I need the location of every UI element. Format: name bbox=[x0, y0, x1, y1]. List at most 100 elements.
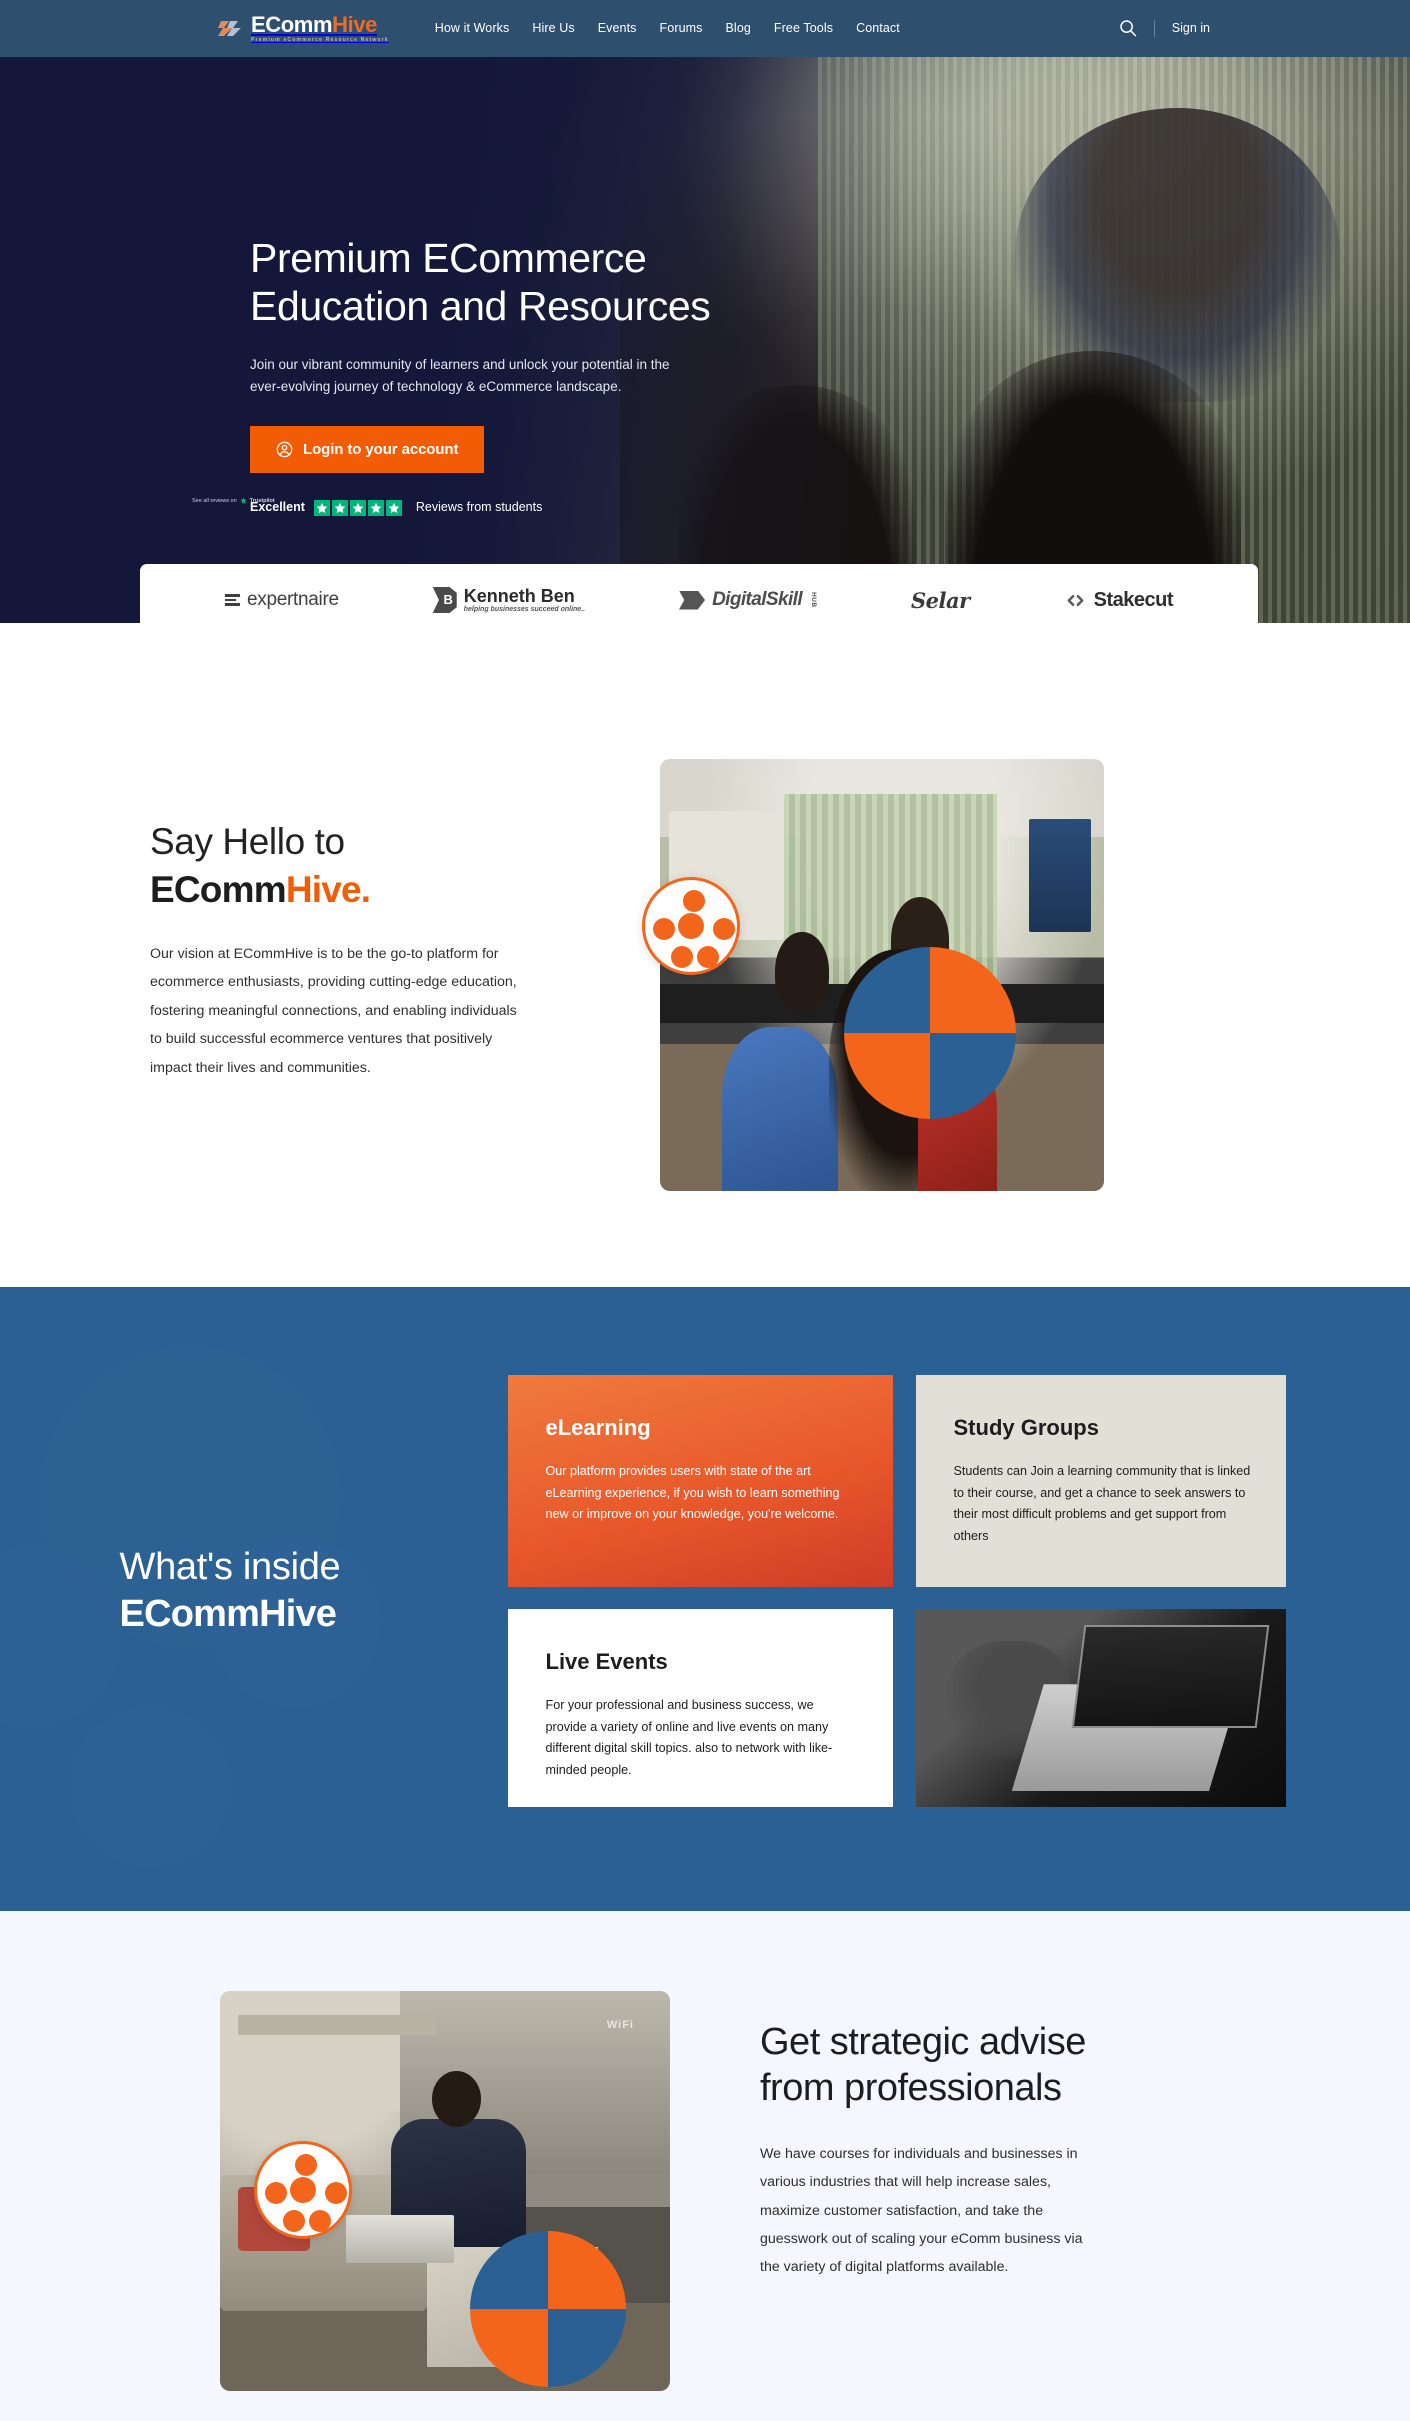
features-card-grid: eLearning Our platform provides users wi… bbox=[507, 1375, 1286, 1807]
partner-name-suffix: HUB bbox=[810, 592, 817, 608]
reel-hole bbox=[713, 918, 735, 940]
partner-name: expertnaire bbox=[246, 589, 339, 610]
partner-name: Selar bbox=[910, 587, 970, 613]
feature-card-title: Live Events bbox=[545, 1649, 668, 1674]
partner-logo-stakecut[interactable]: Stakecut bbox=[1064, 588, 1174, 612]
decor-film-reel-2 bbox=[254, 2141, 352, 2239]
feature-card-title: Study Groups bbox=[953, 1415, 1099, 1440]
about-heading-accent: Hive. bbox=[285, 869, 371, 910]
logo-mark-icon bbox=[218, 17, 244, 39]
star-icon bbox=[313, 499, 330, 516]
header-inner: ECommHive Premium eCommerce Resource Net… bbox=[0, 11, 1410, 43]
expertnaire-bars-icon bbox=[224, 594, 240, 606]
features-section: What's inside ECommHive eLearning Our pl… bbox=[0, 1287, 1410, 1911]
hero-heading: Premium ECommerce Education and Resource… bbox=[250, 235, 810, 331]
logo[interactable]: ECommHive Premium eCommerce Resource Net… bbox=[218, 11, 389, 43]
about-paragraph: Our vision at ECommHive is to be the go-… bbox=[150, 946, 517, 1076]
trustpilot-fineprint-text: See all reviews on bbox=[192, 497, 237, 504]
nav-item-how-it-works[interactable]: How it Works bbox=[435, 21, 510, 35]
nav-item-events[interactable]: Events bbox=[598, 21, 637, 35]
partner-name: DigitalSkill bbox=[712, 589, 803, 610]
reel-hole bbox=[671, 946, 693, 968]
hero-heading-line-2: Education and Resources bbox=[250, 282, 711, 329]
partner-name: Stakecut bbox=[1093, 588, 1174, 611]
feature-card-photo bbox=[915, 1609, 1286, 1807]
partner-logo-kenneth-ben[interactable]: B Kenneth Ben helping businesses succeed… bbox=[432, 585, 586, 613]
about-heading-main: EComm bbox=[150, 869, 287, 910]
trustpilot-stars bbox=[313, 499, 402, 516]
reel-hole bbox=[653, 918, 675, 940]
header-divider bbox=[1153, 19, 1155, 37]
feature-card-live-events[interactable]: Live Events For your professional and bu… bbox=[507, 1609, 893, 1807]
strategic-section: WiFi Get strategic advise from professio… bbox=[0, 1911, 1410, 2421]
about-text-column: Say Hello to ECommHive. Our vision at EC… bbox=[146, 759, 566, 1082]
features-heading-line-1: What's inside bbox=[119, 1546, 341, 1588]
trustpilot-star-icon bbox=[240, 497, 247, 504]
nav-item-forums[interactable]: Forums bbox=[660, 21, 703, 35]
nav-item-contact[interactable]: Contact bbox=[856, 21, 900, 35]
partner-tagline: helping businesses succeed online.. bbox=[463, 605, 586, 613]
features-heading-line-2: ECommHive bbox=[119, 1593, 337, 1635]
search-icon[interactable] bbox=[1119, 19, 1137, 37]
strategic-heading: Get strategic advise from professionals bbox=[760, 2021, 1086, 2110]
logo-text: ECommHive bbox=[251, 11, 377, 37]
hero-paragraph: Join our vibrant community of learners a… bbox=[250, 356, 670, 394]
hero-heading-line-1: Premium ECommerce bbox=[250, 235, 647, 281]
decor-film-reel bbox=[642, 877, 740, 975]
features-inner: What's inside ECommHive eLearning Our pl… bbox=[108, 1375, 1303, 1807]
trustpilot-brand: Trustpilot bbox=[249, 497, 275, 504]
partners-section: expertnaire B Kenneth Ben helping busine… bbox=[0, 564, 1410, 695]
reel-hole bbox=[309, 2210, 331, 2232]
partner-logo-selar[interactable]: Selar bbox=[911, 588, 970, 613]
kennethben-mark-icon: B bbox=[432, 586, 457, 613]
hero-section: Premium ECommerce Education and Resource… bbox=[0, 57, 1410, 623]
feature-card-elearning[interactable]: eLearning Our platform provides users wi… bbox=[507, 1375, 893, 1587]
feature-card-study-groups[interactable]: Study Groups Students can Join a learnin… bbox=[915, 1375, 1286, 1587]
partner-logo-expertnaire[interactable]: expertnaire bbox=[224, 589, 339, 611]
reel-hub bbox=[678, 913, 704, 939]
trustpilot-reviews-label: Reviews from students bbox=[415, 499, 543, 514]
photo-person-head bbox=[431, 2071, 481, 2127]
reel-hole bbox=[283, 2210, 305, 2232]
partner-name: Kenneth Ben bbox=[463, 585, 575, 606]
login-button-label: Login to your account bbox=[303, 440, 459, 458]
header-actions: Sign in bbox=[1119, 19, 1210, 37]
feature-card-title: eLearning bbox=[545, 1415, 651, 1440]
about-heading-line-2: ECommHive. bbox=[150, 869, 566, 911]
nav-item-blog[interactable]: Blog bbox=[726, 21, 751, 35]
main-nav: How it Works Hire Us Events Forums Blog … bbox=[435, 21, 900, 35]
star-icon bbox=[385, 499, 402, 516]
strategic-media: WiFi bbox=[220, 1991, 670, 2411]
partners-strip: expertnaire B Kenneth Ben helping busine… bbox=[140, 564, 1258, 636]
reel-hole bbox=[295, 2154, 317, 2176]
about-section: Say Hello to ECommHive. Our vision at EC… bbox=[0, 695, 1410, 1287]
reel-hole bbox=[697, 946, 719, 968]
star-icon bbox=[367, 499, 384, 516]
nav-item-free-tools[interactable]: Free Tools bbox=[774, 21, 833, 35]
photo-laptop-screen bbox=[1071, 1624, 1270, 1728]
reel-hole bbox=[265, 2182, 287, 2204]
photo-laptop bbox=[346, 2215, 454, 2263]
kenneth-ben-text: Kenneth Ben helping businesses succeed o… bbox=[463, 585, 586, 613]
feature-card-body: Our platform provides users with state o… bbox=[545, 1464, 840, 1522]
photo-student-blue bbox=[722, 1026, 838, 1191]
strategic-text-column: Get strategic advise from professionals … bbox=[760, 1991, 1160, 2282]
stakecut-code-icon bbox=[1064, 589, 1087, 612]
trustpilot-fineprint[interactable]: See all reviews on Trustpilot bbox=[192, 497, 275, 504]
feature-card-body: For your professional and business succe… bbox=[545, 1698, 833, 1777]
site-header: ECommHive Premium eCommerce Resource Net… bbox=[0, 0, 1410, 57]
hero-content: Premium ECommerce Education and Resource… bbox=[250, 235, 810, 516]
trustpilot-rating: Excellent Reviews from students bbox=[250, 499, 810, 516]
partner-logo-digitalskill-hub[interactable]: DigitalSkill HUB bbox=[679, 589, 817, 611]
sign-in-link[interactable]: Sign in bbox=[1172, 21, 1210, 35]
user-circle-icon bbox=[276, 441, 293, 458]
star-icon bbox=[331, 499, 348, 516]
photo-monitor bbox=[1028, 819, 1091, 932]
nav-item-hire-us[interactable]: Hire Us bbox=[532, 21, 574, 35]
reel-hole bbox=[683, 890, 705, 912]
about-media bbox=[642, 759, 1104, 1191]
about-heading-line-1: Say Hello to bbox=[150, 821, 345, 862]
photo-student-head bbox=[775, 931, 829, 1010]
strategic-inner: WiFi Get strategic advise from professio… bbox=[146, 1991, 1264, 2411]
login-button[interactable]: Login to your account bbox=[250, 425, 485, 473]
